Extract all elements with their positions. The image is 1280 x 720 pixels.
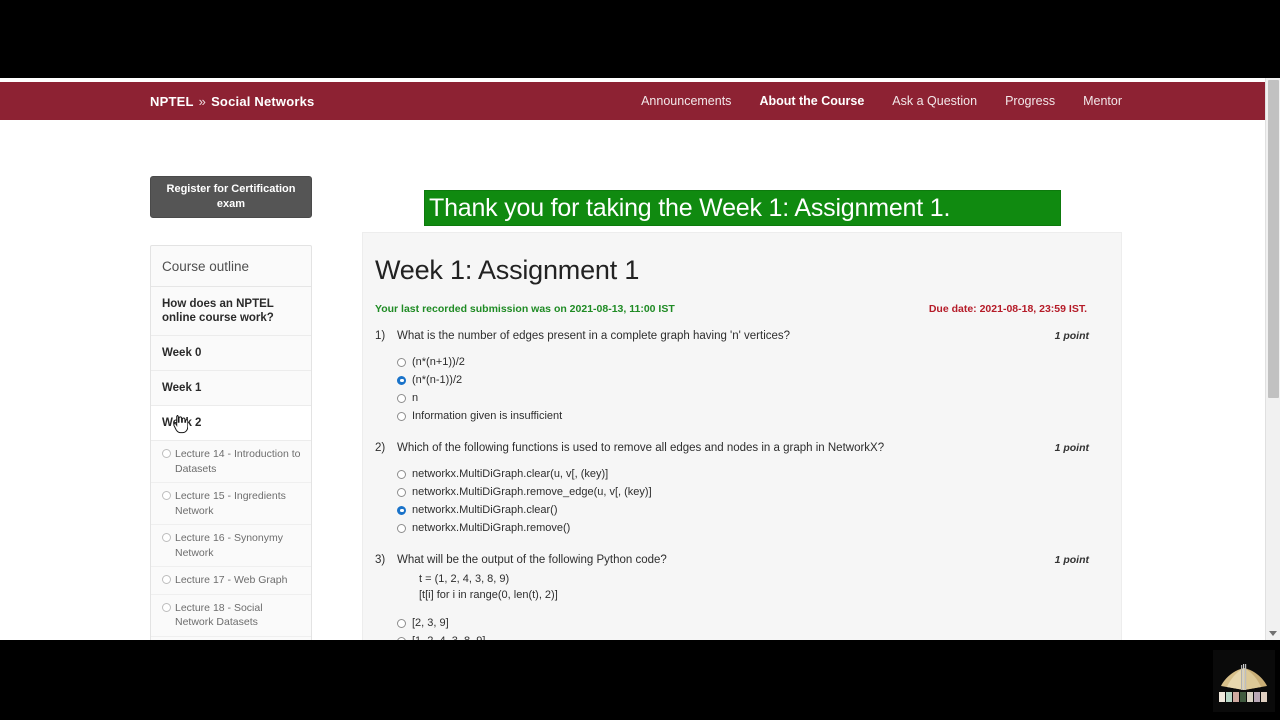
question-3-option-2[interactable]: [1, 2, 4, 3, 8, 9] (397, 632, 1089, 640)
nav-about-the-course[interactable]: About the Course (759, 94, 864, 108)
question-3-number: 3) (375, 554, 386, 566)
question-1-header: 1) What is the number of edges present i… (375, 329, 1089, 344)
sidebar-item-week-1[interactable]: Week 1 (151, 371, 311, 406)
question-3-header: 3) What will be the output of the follow… (375, 553, 1089, 568)
question-2-number: 2) (375, 442, 386, 454)
video-frame: NPTEL » Social Networks Announcements Abou… (0, 0, 1280, 720)
option-label: networkx.MultiDiGraph.clear(u, v[, (key)… (412, 468, 609, 480)
radio-icon[interactable] (397, 393, 406, 403)
course-outline-title: Course outline (151, 246, 311, 287)
thank-you-banner-text: Thank you for taking the Week 1: Assignm… (429, 193, 951, 222)
sidebar-lecture-14[interactable]: Lecture 14 - Introduction to Datasets (151, 441, 311, 483)
open-book-logo-watermark (1213, 650, 1275, 712)
question-3-text: What will be the output of the following… (397, 554, 667, 566)
option-label: Information given is insufficient (412, 410, 563, 422)
last-submission-note: Your last recorded submission was on 202… (375, 303, 675, 315)
option-label: n (412, 392, 419, 404)
radio-icon-selected[interactable] (397, 505, 406, 515)
sidebar-lecture-15[interactable]: Lecture 15 - Ingredients Network (151, 483, 311, 525)
breadcrumb-course-name[interactable]: Social Networks (211, 94, 314, 109)
scroll-down-arrow-icon[interactable] (1269, 631, 1277, 636)
question-2-text: Which of the following functions is used… (397, 442, 885, 454)
scrollbar-thumb[interactable] (1268, 80, 1279, 398)
question-2-option-2[interactable]: networkx.MultiDiGraph.remove_edge(u, v[,… (397, 483, 1089, 501)
sidebar-lecture-17[interactable]: Lecture 17 - Web Graph (151, 567, 311, 595)
question-3-options: [2, 3, 9] [1, 2, 4, 3, 8, 9] [1, 4, 8] (397, 614, 1089, 640)
option-label: (n*(n-1))/2 (412, 374, 463, 386)
radio-icon[interactable] (397, 469, 406, 479)
question-1-option-1[interactable]: (n*(n+1))/2 (397, 353, 1089, 371)
nav-announcements[interactable]: Announcements (641, 94, 731, 108)
radio-icon[interactable] (397, 357, 406, 367)
letterbox-bottom (0, 640, 1280, 720)
question-2-option-4[interactable]: networkx.MultiDiGraph.remove() (397, 519, 1089, 537)
option-label: [1, 2, 4, 3, 8, 9] (412, 635, 485, 640)
breadcrumb-separator: » (198, 93, 207, 109)
sidebar-lecture-18[interactable]: Lecture 18 - Social Network Datasets (151, 594, 311, 637)
page-body: Register for Certification exam Course o… (0, 120, 1265, 640)
assignment-meta-row: Your last recorded submission was on 202… (375, 303, 1089, 315)
register-for-certification-button[interactable]: Register for Certification exam (150, 176, 312, 218)
browser-viewport: NPTEL » Social Networks Announcements Abou… (0, 78, 1280, 640)
sidebar-item-week-2[interactable]: Week 2 (151, 406, 311, 441)
code-line-2: [t[i] for i in range(0, len(t), 2)] (419, 589, 558, 601)
vertical-scrollbar[interactable] (1265, 78, 1280, 640)
question-3-code: t = (1, 2, 4, 3, 8, 9) [t[i] for i in ra… (419, 571, 1089, 603)
nav-progress[interactable]: Progress (1005, 94, 1055, 108)
question-1-option-3[interactable]: n (397, 389, 1089, 407)
question-1-option-2[interactable]: (n*(n-1))/2 (397, 371, 1089, 389)
radio-icon[interactable] (397, 487, 406, 497)
question-2-header: 2) Which of the following functions is u… (375, 441, 1089, 456)
question-1: 1) What is the number of edges present i… (375, 329, 1089, 425)
question-3: 3) What will be the output of the follow… (375, 553, 1089, 640)
sidebar: Register for Certification exam Course o… (150, 176, 312, 640)
question-2-option-1[interactable]: networkx.MultiDiGraph.clear(u, v[, (key)… (397, 465, 1089, 483)
thank-you-banner: Thank you for taking the Week 1: Assignm… (424, 190, 1061, 226)
question-2: 2) Which of the following functions is u… (375, 441, 1089, 537)
course-outline-panel: Course outline How does an NPTEL online … (150, 245, 312, 640)
breadcrumb: NPTEL » Social Networks (150, 94, 315, 109)
brand-nptel[interactable]: NPTEL (150, 94, 194, 109)
question-2-option-3[interactable]: networkx.MultiDiGraph.clear() (397, 501, 1089, 519)
due-date-note: Due date: 2021-08-18, 23:59 IST. (928, 303, 1087, 315)
page-title: Week 1: Assignment 1 (375, 255, 640, 285)
nav-mentor[interactable]: Mentor (1083, 94, 1122, 108)
top-navbar: NPTEL » Social Networks Announcements Abou… (0, 82, 1280, 120)
option-label: networkx.MultiDiGraph.remove() (412, 522, 571, 534)
option-label: [2, 3, 9] (412, 617, 449, 629)
question-2-points: 1 point (1054, 442, 1089, 454)
option-label: networkx.MultiDiGraph.remove_edge(u, v[,… (412, 486, 652, 498)
nav-ask-a-question[interactable]: Ask a Question (892, 94, 977, 108)
letterbox-top (0, 0, 1280, 78)
sidebar-lecture-16[interactable]: Lecture 16 - Synonymy Network (151, 525, 311, 567)
question-1-options: (n*(n+1))/2 (n*(n-1))/2 n Information gi… (397, 353, 1089, 425)
sidebar-lecture-19[interactable]: Lecture 19 - Datasets: Different Formats (151, 636, 311, 640)
assignment-panel: Week 1: Assignment 1 Your last recorded … (362, 232, 1122, 640)
code-line-1: t = (1, 2, 4, 3, 8, 9) (419, 573, 510, 585)
question-1-number: 1) (375, 330, 386, 342)
question-3-option-1[interactable]: [2, 3, 9] (397, 614, 1089, 632)
radio-icon[interactable] (397, 618, 406, 628)
radio-icon-selected[interactable] (397, 375, 406, 385)
question-1-points: 1 point (1054, 330, 1089, 342)
question-3-points: 1 point (1054, 554, 1089, 566)
question-1-option-4[interactable]: Information given is insufficient (397, 407, 1089, 425)
radio-icon[interactable] (397, 523, 406, 533)
nav-links: Announcements About the Course Ask a Que… (641, 94, 1122, 108)
option-label: (n*(n+1))/2 (412, 356, 465, 368)
sidebar-item-how-nptel-works[interactable]: How does an NPTEL online course work? (151, 287, 311, 336)
sidebar-item-week-0[interactable]: Week 0 (151, 336, 311, 371)
option-label: networkx.MultiDiGraph.clear() (412, 504, 558, 516)
radio-icon[interactable] (397, 636, 406, 640)
question-1-text: What is the number of edges present in a… (397, 330, 791, 342)
radio-icon[interactable] (397, 411, 406, 421)
question-2-options: networkx.MultiDiGraph.clear(u, v[, (key)… (397, 465, 1089, 537)
